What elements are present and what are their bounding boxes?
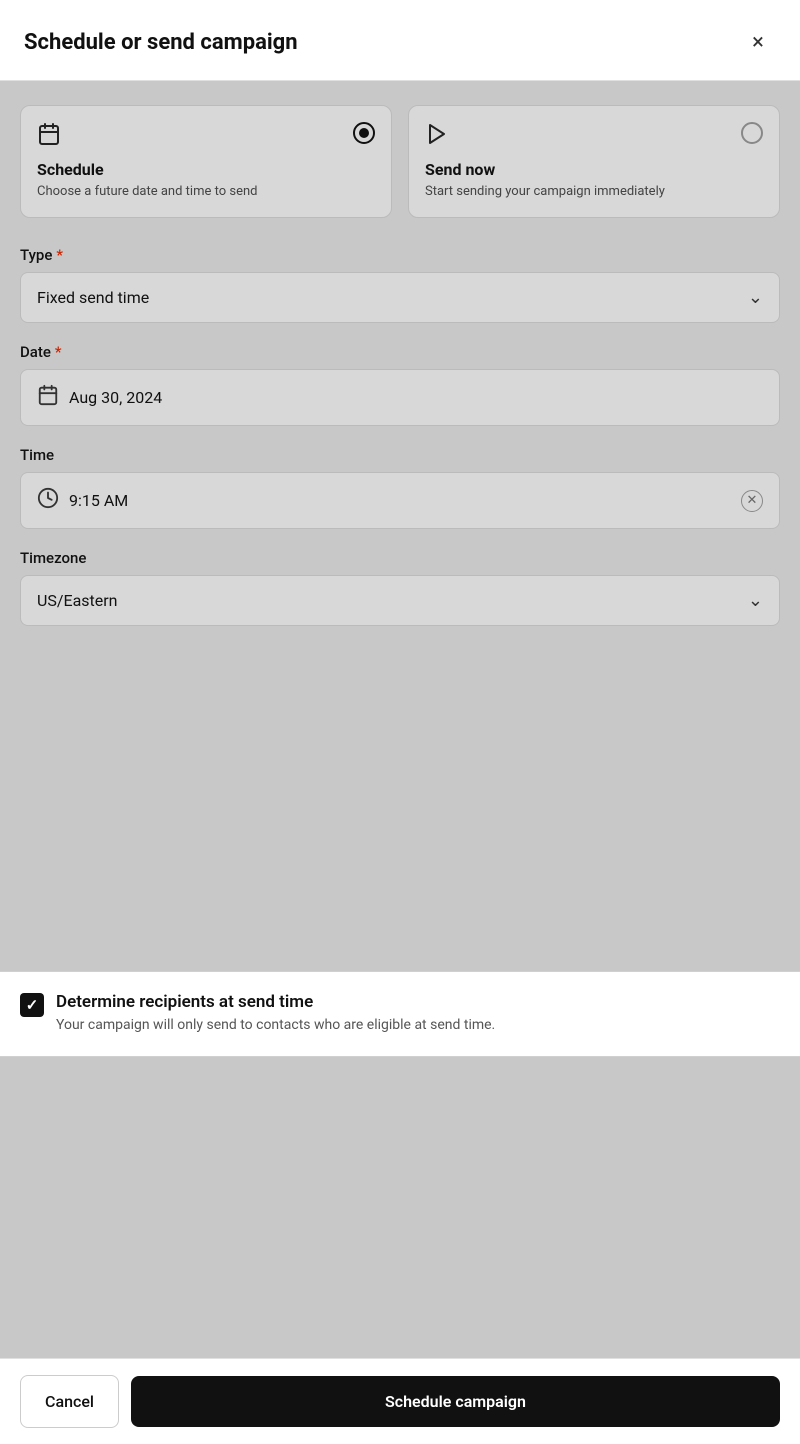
check-mark-icon: ✓ xyxy=(26,996,39,1014)
timezone-select-value: US/Eastern xyxy=(37,591,118,610)
close-button[interactable]: × xyxy=(740,24,776,60)
modal-body: Schedule Choose a future date and time t… xyxy=(0,81,800,971)
modal-footer-background xyxy=(0,1057,800,1358)
time-input[interactable]: 9:15 AM ✕ xyxy=(20,472,780,529)
date-required-star: * xyxy=(55,343,62,361)
modal-header: Schedule or send campaign × xyxy=(0,0,800,81)
schedule-radio[interactable] xyxy=(353,122,375,144)
modal-title: Schedule or send campaign xyxy=(24,30,298,55)
checkbox-section: ✓ Determine recipients at send time Your… xyxy=(0,971,800,1057)
cancel-button[interactable]: Cancel xyxy=(20,1375,119,1428)
schedule-campaign-button[interactable]: Schedule campaign xyxy=(131,1376,780,1427)
time-left: 9:15 AM xyxy=(37,487,128,514)
time-field-group: Time 9:15 AM ✕ xyxy=(20,446,780,529)
checkbox-text-area: Determine recipients at send time Your c… xyxy=(56,992,495,1036)
timezone-chevron-icon: ⌄ xyxy=(748,590,763,611)
date-calendar-icon xyxy=(37,384,59,411)
send-now-card-header xyxy=(425,122,763,152)
date-field-label: Date * xyxy=(20,343,780,361)
type-select-value: Fixed send time xyxy=(37,288,149,307)
radio-dot xyxy=(359,128,369,138)
send-now-radio[interactable] xyxy=(741,122,763,144)
date-field-group: Date * Aug 30, 2024 xyxy=(20,343,780,426)
modal-container: Schedule or send campaign × xyxy=(0,0,800,1444)
date-value: Aug 30, 2024 xyxy=(69,388,162,407)
recipients-checkbox[interactable]: ✓ xyxy=(20,993,44,1017)
send-now-card-title: Send now xyxy=(425,160,763,179)
schedule-card-header xyxy=(37,122,375,152)
send-now-card-desc: Start sending your campaign immediately xyxy=(425,183,763,201)
checkbox-description: Your campaign will only send to contacts… xyxy=(56,1016,495,1036)
type-field-group: Type * Fixed send time ⌄ xyxy=(20,246,780,323)
timezone-select[interactable]: US/Eastern ⌄ xyxy=(20,575,780,626)
schedule-card-title: Schedule xyxy=(37,160,375,179)
timezone-field-label: Timezone xyxy=(20,549,780,567)
time-value: 9:15 AM xyxy=(69,491,128,510)
checkbox-label: Determine recipients at send time xyxy=(56,992,495,1012)
timezone-field-group: Timezone US/Eastern ⌄ xyxy=(20,549,780,626)
type-field-label: Type * xyxy=(20,246,780,264)
clock-icon xyxy=(37,487,59,514)
calendar-icon xyxy=(37,122,61,152)
time-field-label: Time xyxy=(20,446,780,464)
checkbox-row: ✓ Determine recipients at send time Your… xyxy=(20,992,780,1036)
schedule-option-card[interactable]: Schedule Choose a future date and time t… xyxy=(20,105,392,218)
modal-footer: Cancel Schedule campaign xyxy=(0,1358,800,1444)
type-select[interactable]: Fixed send time ⌄ xyxy=(20,272,780,323)
schedule-card-desc: Choose a future date and time to send xyxy=(37,183,375,201)
option-cards: Schedule Choose a future date and time t… xyxy=(20,105,780,218)
type-required-star: * xyxy=(56,246,63,264)
clear-time-icon[interactable]: ✕ xyxy=(741,490,763,512)
send-now-option-card[interactable]: Send now Start sending your campaign imm… xyxy=(408,105,780,218)
type-chevron-icon: ⌄ xyxy=(748,287,763,308)
date-input[interactable]: Aug 30, 2024 xyxy=(20,369,780,426)
send-icon xyxy=(425,122,449,152)
